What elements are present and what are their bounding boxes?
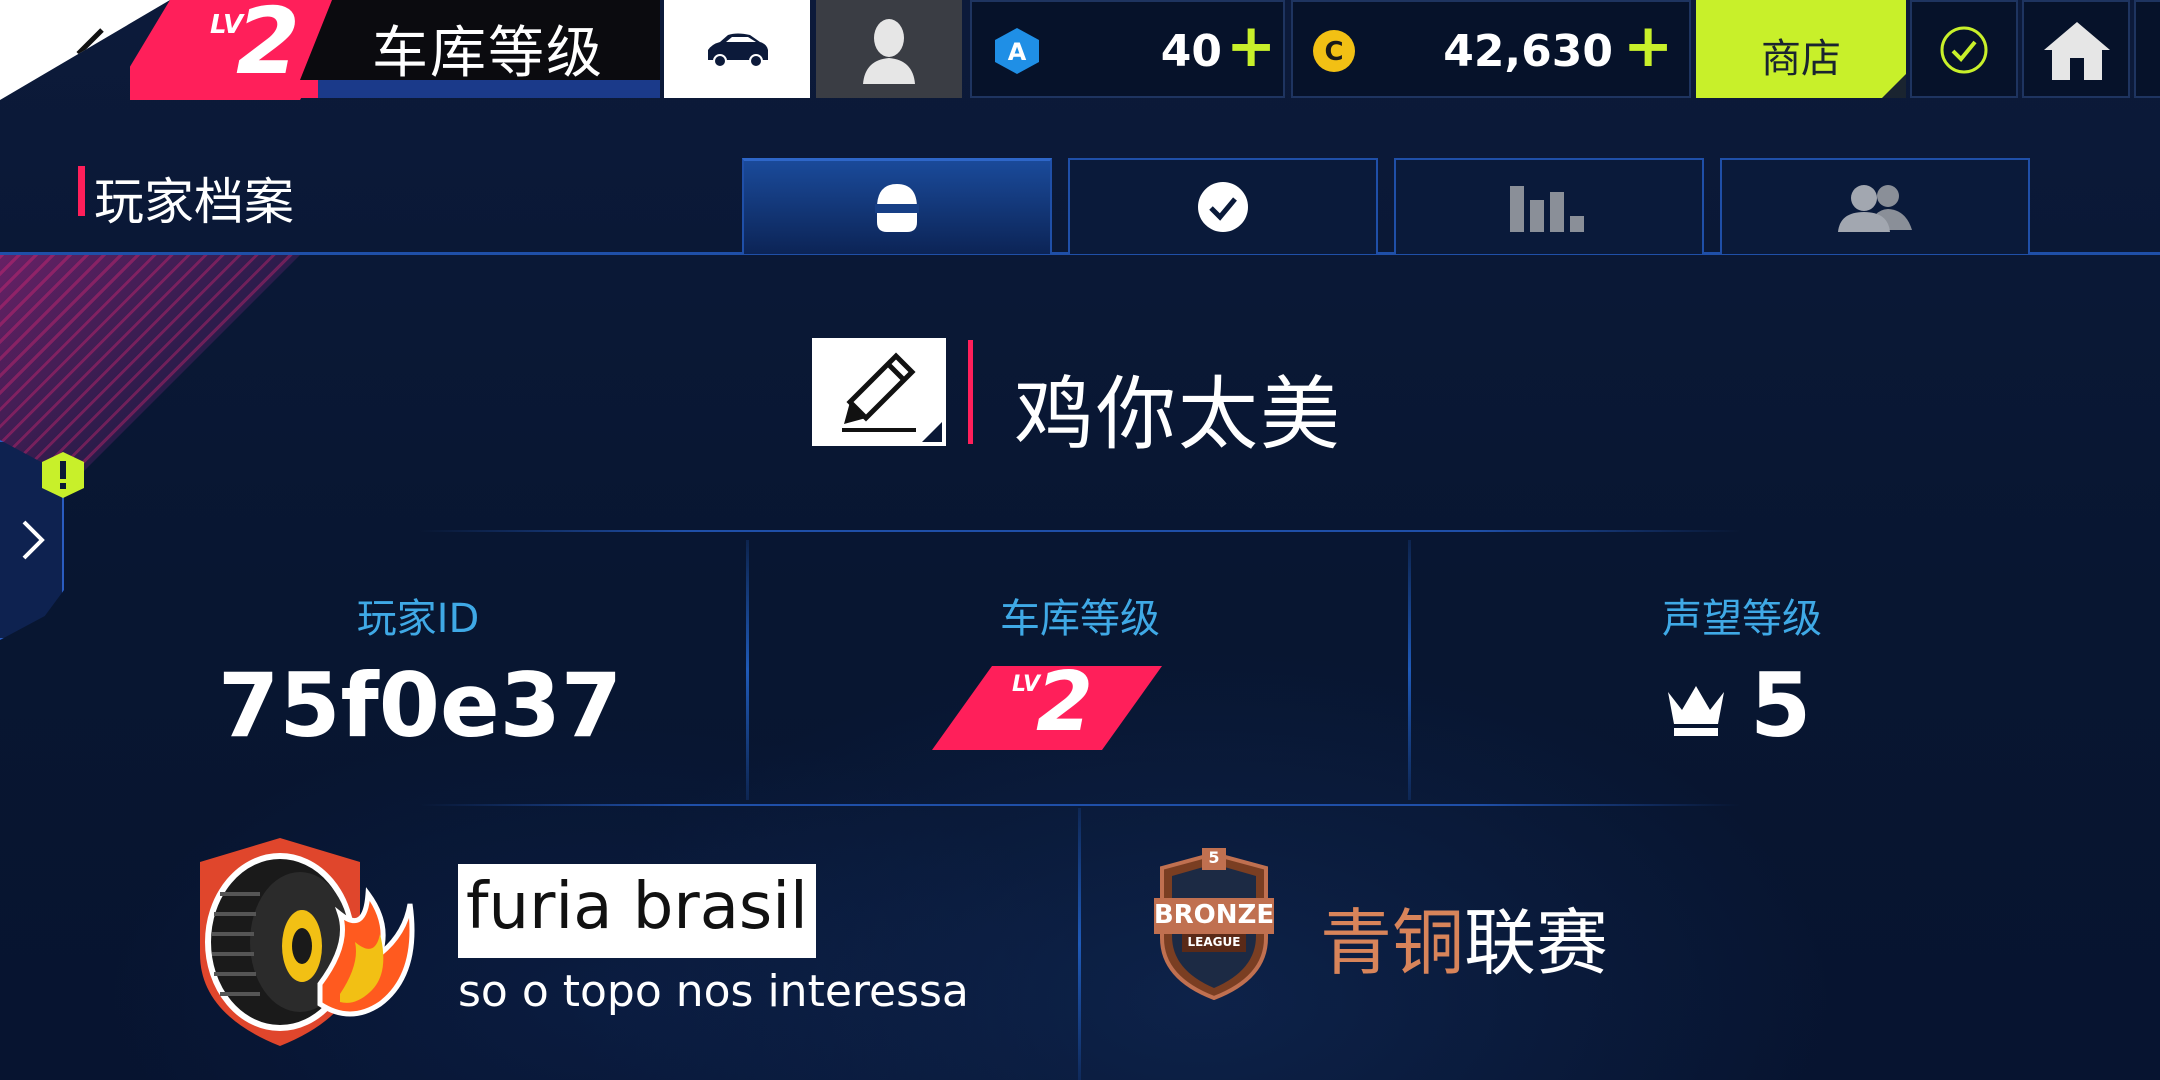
shop-label: 商店	[1761, 36, 1841, 82]
garage-level-stat-badge: LV 2	[932, 662, 1162, 750]
shop-button[interactable]: 商店	[1696, 0, 1906, 98]
tab-profile[interactable]	[742, 158, 1052, 254]
friends-icon	[1838, 185, 1912, 232]
stat-level-number: 2	[1036, 655, 1094, 750]
svg-text:C: C	[1324, 37, 1343, 67]
name-divider	[968, 340, 973, 444]
level-title: 车库等级	[372, 21, 604, 86]
pencil-icon	[842, 352, 916, 432]
crown-icon	[1668, 686, 1724, 736]
chevron-right-icon	[22, 520, 45, 560]
player-id-value: 75f0e37	[218, 654, 623, 757]
stats-bottom-divider	[420, 804, 1740, 806]
league-tier-number: 5	[1208, 848, 1220, 867]
league-name: 青铜联赛	[1320, 884, 1608, 989]
bottom-divider	[1078, 808, 1081, 1080]
home-icon	[2044, 22, 2110, 80]
league-name-part2: 联赛	[1464, 901, 1609, 985]
edit-name-button[interactable]	[812, 338, 946, 446]
crew-emblem[interactable]	[190, 834, 420, 1050]
xp-progress-fill	[300, 80, 318, 98]
helmet-icon	[875, 183, 919, 232]
add-credits-button[interactable]: +	[1623, 16, 1673, 76]
alert-icon	[42, 452, 84, 498]
player-name: 鸡你太美	[1014, 368, 1342, 461]
stats-divider-1	[746, 540, 749, 800]
garage-button[interactable]	[664, 0, 810, 98]
add-tokens-button[interactable]: +	[1226, 16, 1276, 76]
c-coin-icon: C	[1313, 30, 1355, 72]
edge-button[interactable]	[2134, 0, 2160, 98]
flaming-tire-icon	[200, 838, 415, 1046]
xp-progress-track	[300, 80, 660, 98]
tab-friends[interactable]	[1720, 158, 2030, 254]
stats-divider-2	[1408, 540, 1411, 800]
user-silhouette-icon	[863, 19, 915, 84]
bronze-league-badge[interactable]: 5 BRONZE LEAGUE	[1152, 848, 1276, 1000]
prestige-level-value: 5	[1750, 654, 1812, 757]
stats-top-divider	[420, 530, 1740, 532]
league-badge-sub: LEAGUE	[1187, 935, 1241, 949]
player-id-label: 玩家ID	[356, 596, 480, 642]
credits-value: 42,630	[1443, 26, 1613, 77]
prestige-level-label: 声望等级	[1662, 596, 1822, 642]
level-number: 2	[236, 0, 301, 95]
section-accent	[78, 166, 85, 216]
checkmark-icon	[1198, 182, 1248, 232]
car-icon	[708, 33, 768, 68]
page-title: 玩家档案	[94, 173, 294, 231]
svg-text:A: A	[1008, 38, 1027, 66]
crew-motto: so o topo nos interessa	[458, 966, 969, 1017]
a-token-icon: A	[995, 28, 1039, 74]
profile-button[interactable]	[816, 0, 962, 98]
league-badge-main: BRONZE	[1153, 900, 1275, 930]
garage-level-label: 车库等级	[1000, 596, 1160, 642]
crew-name[interactable]: furia brasil	[466, 870, 808, 944]
tokens-box: A 40 +	[970, 0, 1285, 98]
league-name-part1: 青铜	[1320, 901, 1465, 985]
credits-box: C 42,630 +	[1291, 0, 1691, 98]
tab-stats[interactable]	[1394, 158, 1704, 254]
home-button[interactable]	[2022, 0, 2130, 98]
tokens-value: 40	[1160, 26, 1222, 77]
bar-chart-icon	[1510, 186, 1584, 232]
check-circle-icon	[1940, 26, 1988, 74]
tab-achievements[interactable]	[1068, 158, 1378, 254]
daily-check-button[interactable]	[1910, 0, 2018, 98]
